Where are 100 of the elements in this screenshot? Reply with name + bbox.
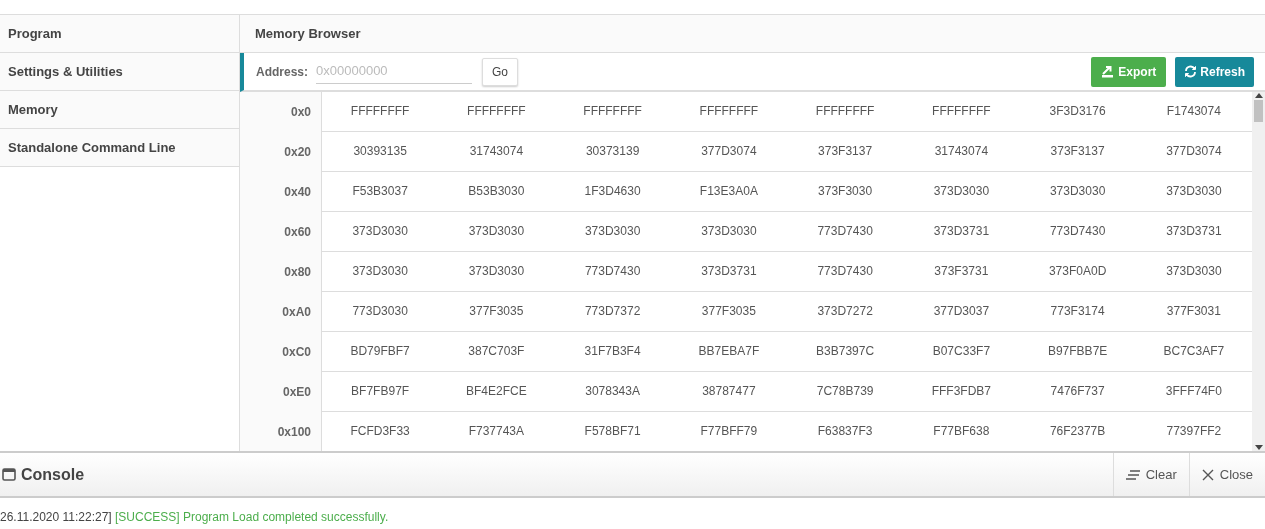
memory-cell-text: B97FBB7E (1046, 343, 1109, 360)
memory-cell-text: B3B7397C (815, 343, 876, 360)
memory-cell-text: FFFFFFFF (466, 103, 527, 120)
memory-cell-text: 76F2377B (1048, 423, 1107, 440)
close-button[interactable]: Close (1188, 453, 1265, 496)
memory-cell-text: 373D3030 (467, 223, 526, 240)
memory-cell-text: 3078343A (584, 383, 641, 400)
memory-cell-text: F63837F3 (816, 423, 874, 440)
memory-cell-text: 373D3731 (1165, 223, 1223, 240)
sidebar-item[interactable]: Settings & Utilities (0, 53, 239, 91)
address-label: 0x80 (283, 264, 312, 281)
memory-cell-text: 373D3731 (932, 223, 991, 240)
scroll-thumb[interactable] (1254, 100, 1263, 122)
memory-cell-text: 773D7430 (816, 223, 874, 240)
memory-cell-text: FFFFFFFF (698, 103, 760, 120)
clear-button[interactable]: Clear (1112, 453, 1189, 496)
address-label: 0x0 (289, 104, 312, 121)
memory-cell-text: 773D3030 (351, 303, 409, 320)
memory-cell-text: FCFD3F33 (349, 423, 411, 440)
memory-cell-text: 373D3030 (932, 183, 991, 200)
memory-cell-text: 30393135 (352, 143, 408, 160)
log-message: [SUCCESS] Program Load completed successfully. (115, 510, 389, 524)
memory-cell-text: 373F3731 (933, 263, 990, 280)
memory-cell-text: 773D7430 (583, 263, 642, 280)
go-button[interactable]: Go (482, 57, 519, 86)
memory-cell-text: FFFFFFFF (814, 103, 876, 120)
address-label: 0x60 (283, 224, 312, 241)
sidebar-item[interactable]: Memory (0, 91, 239, 129)
memory-cell-text: 373D3030 (467, 263, 526, 280)
memory-cell-text: BC7C3AF7 (1162, 343, 1226, 360)
memory-cell-text: B07C33F7 (931, 343, 992, 360)
memory-cell-text: 373F3137 (1049, 143, 1106, 160)
memory-cell-text: 773D7430 (1048, 223, 1107, 240)
address-label: 0x100 (276, 424, 312, 441)
memory-cell-text: 30373139 (584, 143, 641, 160)
address-label: 0x20 (283, 144, 312, 161)
scrollbar[interactable] (1252, 92, 1265, 451)
memory-cell-text: F77BFF79 (699, 423, 759, 440)
memory-cell-text: 773D7372 (583, 303, 642, 320)
refresh-button[interactable]: Refresh (1175, 56, 1254, 87)
memory-cell-text: 31F7B3F4 (583, 343, 642, 360)
memory-cell-text: 31743074 (468, 143, 525, 160)
memory-cell-text: F53B3037 (351, 183, 409, 200)
memory-cell-text: BF4E2FCE (465, 383, 528, 400)
memory-cell-text: 377F3035 (700, 303, 757, 320)
memory-cell-text: 387C703F (467, 343, 526, 360)
address-label: 0x40 (283, 184, 312, 201)
memory-cell-text: FFFFFFFF (931, 103, 992, 120)
memory-cell-text: F77BF638 (932, 423, 991, 440)
memory-cell-text: BF7FB97F (350, 383, 411, 400)
console-title: Console (21, 464, 85, 485)
memory-cell-text: 377F3031 (1165, 303, 1222, 320)
memory-cell-text: 373D3731 (700, 263, 758, 280)
memory-cell-text: 373D3030 (1048, 183, 1107, 200)
memory-cell-text: B53B3030 (467, 183, 526, 200)
log-timestamp: 26.11.2020 11:22:27] (0, 510, 112, 524)
memory-cell-text: 373F0A0D (1047, 263, 1108, 280)
memory-cell-text: FFFFFFFF (582, 103, 643, 120)
memory-cell-text: 773D7430 (816, 263, 874, 280)
memory-cell-text: 373F3137 (817, 143, 874, 160)
address-label: 0xE0 (281, 384, 312, 401)
memory-cell-text: 373D3030 (583, 223, 642, 240)
memory-cell-text: 1F3D4630 (583, 183, 642, 200)
memory-cell-text: 373D7272 (816, 303, 874, 320)
export-icon (1101, 65, 1115, 78)
memory-cell-text: 373D3030 (1165, 183, 1223, 200)
address-label: Address: (256, 63, 308, 81)
close-icon (1201, 468, 1214, 481)
memory-cell-text: 31743074 (933, 143, 990, 160)
memory-cell-text: 7C78B739 (815, 383, 875, 400)
memory-cell-text: 373F3030 (817, 183, 874, 200)
memory-cell-text: 3FFF74F0 (1164, 383, 1223, 400)
memory-cell-text: 773F3174 (1049, 303, 1106, 320)
refresh-icon (1184, 65, 1198, 78)
window-icon (2, 468, 16, 481)
memory-cell-text: 373D3030 (351, 223, 409, 240)
address-label: 0xC0 (281, 344, 312, 361)
memory-cell-text: 377D3074 (1165, 143, 1223, 160)
memory-cell-text: 377F3035 (468, 303, 525, 320)
memory-cell-text: F578BF71 (583, 423, 642, 440)
memory-cell-text: 38787477 (701, 383, 757, 400)
memory-cell-text: FFFFFFFF (349, 103, 411, 120)
lines-icon (1125, 469, 1140, 480)
memory-cell-text: BD79FBF7 (349, 343, 411, 360)
scroll-up-icon[interactable] (1254, 92, 1263, 98)
memory-cell-text: F1743074 (1165, 103, 1222, 120)
memory-cell-text: F737743A (467, 423, 526, 440)
sidebar-item[interactable]: Standalone Command Line (0, 129, 239, 167)
address-label: 0xA0 (281, 304, 312, 321)
memory-cell-text: 373D3030 (700, 223, 758, 240)
memory-cell-text: 373D3030 (351, 263, 409, 280)
memory-cell-text: 377D3074 (700, 143, 758, 160)
memory-cell-text: BB7EBA7F (697, 343, 761, 360)
memory-cell-text: 3F3D3176 (1048, 103, 1107, 120)
panel-title: Memory Browser (240, 15, 1265, 53)
memory-cell-text: 77397FF2 (1165, 423, 1223, 440)
memory-cell-text: 377D3037 (932, 303, 991, 320)
sidebar-item[interactable]: Program (0, 15, 239, 53)
memory-cell-text: 7476F737 (1049, 383, 1106, 400)
memory-cell-text: FFF3FDB7 (930, 383, 993, 400)
